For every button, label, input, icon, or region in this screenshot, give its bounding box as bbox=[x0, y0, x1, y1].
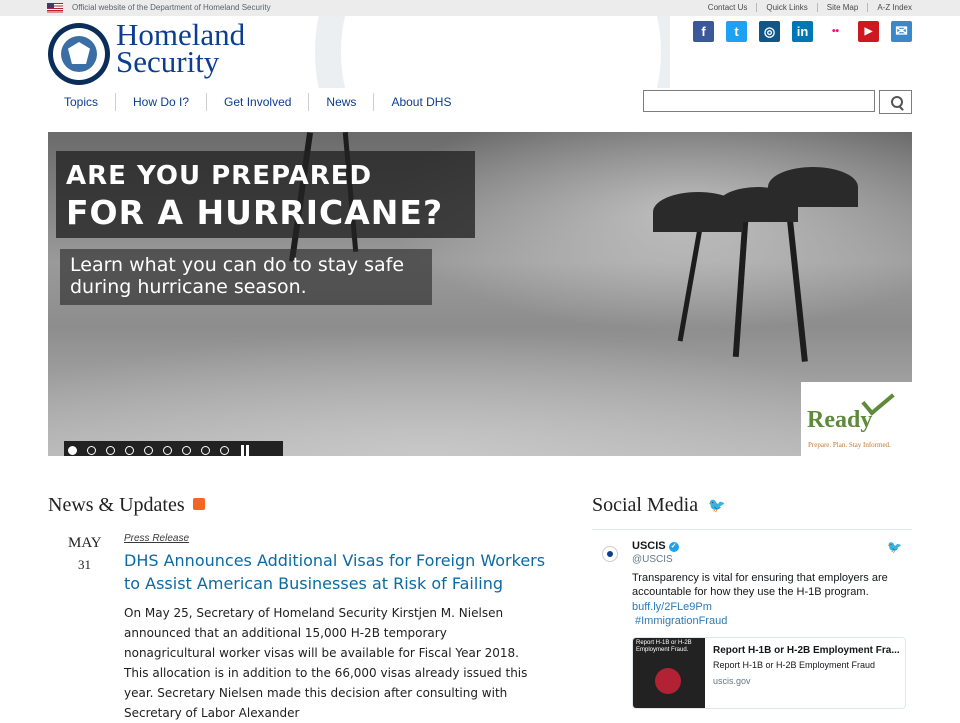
ready-gov-logo[interactable]: Ready Prepare. Plan. Stay Informed. bbox=[801, 382, 912, 456]
dhs-seal-logo[interactable] bbox=[48, 23, 110, 85]
quick-links-link[interactable]: Quick Links bbox=[756, 3, 816, 12]
a-z-index-link[interactable]: A-Z Index bbox=[867, 3, 912, 12]
slide-dot-7[interactable] bbox=[182, 445, 191, 455]
news-heading-text: News & Updates bbox=[48, 494, 185, 516]
search-button[interactable] bbox=[879, 90, 912, 114]
site-map-link[interactable]: Site Map bbox=[816, 3, 868, 12]
us-flag-icon bbox=[47, 3, 63, 13]
news-date-day: 31 bbox=[78, 557, 91, 572]
social-media-heading: Social Media 🐦 bbox=[592, 494, 726, 517]
nav-topics[interactable]: Topics bbox=[48, 93, 115, 111]
slide-dot-3[interactable] bbox=[106, 445, 115, 455]
tweet-hashtag[interactable]: #ImmigrationFraud bbox=[635, 614, 727, 628]
slide-dot-1[interactable] bbox=[68, 445, 77, 455]
tweet-handle[interactable]: @USCIS bbox=[632, 554, 673, 565]
palm-tree-trunk bbox=[677, 222, 704, 342]
twitter-logo-icon[interactable]: 🐦 bbox=[887, 540, 902, 554]
slide-dot-4[interactable] bbox=[125, 445, 134, 455]
uscis-avatar[interactable] bbox=[602, 546, 618, 562]
slide-dot-2[interactable] bbox=[87, 445, 96, 455]
card-thumbnail: Report H-1B or H-2B Employment Fraud. bbox=[633, 638, 705, 708]
tweet-text: Transparency is vital for ensuring that … bbox=[632, 572, 888, 598]
hero-headline-line-2: FOR A HURRICANE? bbox=[66, 193, 444, 232]
nav-news[interactable]: News bbox=[308, 93, 373, 111]
twitter-icon[interactable]: t bbox=[726, 21, 747, 42]
slide-dot-8[interactable] bbox=[201, 445, 210, 455]
youtube-icon[interactable]: ▶ bbox=[858, 21, 879, 42]
verified-badge-icon: ✓ bbox=[668, 542, 679, 552]
social-icons: f t ◎ in •• ▶ ✉ bbox=[681, 21, 912, 42]
site-brand[interactable]: Homeland Security bbox=[116, 19, 245, 79]
utility-links: Contact Us Quick Links Site Map A-Z Inde… bbox=[699, 3, 912, 12]
tweet-link-card[interactable]: Report H-1B or H-2B Employment Fraud. Re… bbox=[632, 637, 906, 709]
facebook-icon[interactable]: f bbox=[693, 21, 714, 42]
seal-watermark bbox=[300, 16, 670, 88]
nav-how-do-i[interactable]: How Do I? bbox=[115, 93, 206, 111]
hero-headline-line-1: ARE YOU PREPARED bbox=[66, 161, 373, 191]
brand-line-2: Security bbox=[116, 44, 220, 79]
ready-tagline: Prepare. Plan. Stay Informed. bbox=[808, 441, 891, 449]
pause-icon[interactable] bbox=[241, 444, 249, 456]
card-description: Report H-1B or H-2B Employment Fraud bbox=[713, 660, 876, 670]
flickr-icon[interactable]: •• bbox=[825, 21, 846, 42]
slide-dot-9[interactable] bbox=[220, 445, 229, 455]
news-heading: News & Updates bbox=[48, 494, 205, 517]
contact-us-link[interactable]: Contact Us bbox=[699, 3, 757, 12]
news-body: On May 25, Secretary of Homeland Securit… bbox=[124, 606, 528, 720]
nav-get-involved[interactable]: Get Involved bbox=[206, 93, 308, 111]
news-category-link[interactable]: Press Release bbox=[124, 533, 189, 544]
card-title: Report H-1B or H-2B Employment Fra... bbox=[713, 645, 900, 656]
hero-carousel[interactable]: ARE YOU PREPARED FOR A HURRICANE? Learn … bbox=[48, 132, 912, 456]
official-banner: Official website of the Department of Ho… bbox=[0, 0, 960, 16]
hero-subtitle: Learn what you can do to stay safe durin… bbox=[60, 249, 432, 305]
tweet: USCIS ✓ @USCIS 🐦 Transparency is vital fo… bbox=[592, 529, 912, 709]
official-website-text: Official website of the Department of Ho… bbox=[72, 3, 271, 12]
main-nav: Topics How Do I? Get Involved News About… bbox=[48, 93, 468, 111]
tweet-author[interactable]: USCIS ✓ bbox=[632, 540, 679, 552]
search-input[interactable] bbox=[643, 90, 875, 112]
ready-wordmark: Ready bbox=[807, 407, 873, 433]
instagram-icon[interactable]: ◎ bbox=[759, 21, 780, 42]
news-date-month: MAY bbox=[68, 535, 102, 551]
linkedin-icon[interactable]: in bbox=[792, 21, 813, 42]
tweet-link[interactable]: buff.ly/2FLe9Pm bbox=[632, 600, 712, 614]
rss-icon[interactable] bbox=[192, 498, 205, 511]
social-media-heading-text: Social Media bbox=[592, 494, 699, 516]
twitter-bird-icon: 🐦 bbox=[708, 498, 726, 514]
hero-headline: ARE YOU PREPARED FOR A HURRICANE? bbox=[56, 151, 475, 238]
card-url: uscis.gov bbox=[713, 676, 751, 686]
news-title-link[interactable]: DHS Announces Additional Visas for Forei… bbox=[124, 549, 554, 595]
tweet-author-name: USCIS bbox=[632, 540, 666, 552]
slide-dot-6[interactable] bbox=[163, 445, 172, 455]
nav-about-dhs[interactable]: About DHS bbox=[373, 93, 468, 111]
slide-dot-5[interactable] bbox=[144, 445, 153, 455]
email-icon[interactable]: ✉ bbox=[891, 21, 912, 42]
carousel-controls bbox=[64, 441, 283, 456]
palm-frond bbox=[768, 167, 858, 207]
